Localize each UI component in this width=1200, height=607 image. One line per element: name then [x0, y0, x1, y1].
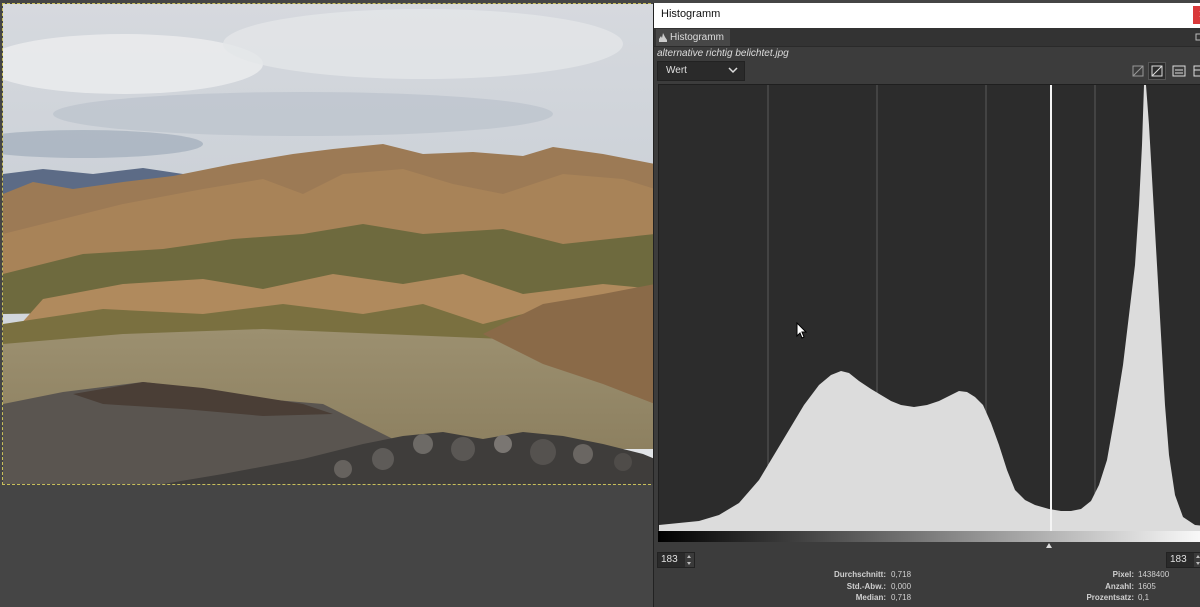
stat-pixels-label: Pixel:	[1112, 570, 1134, 579]
stat-stddev-value: 0,000	[891, 582, 912, 591]
range-end-spinbox[interactable]: 183	[1166, 552, 1200, 568]
stat-median-value: 0,718	[891, 593, 912, 602]
spinbox-arrows[interactable]	[685, 553, 694, 567]
tab-bar: Histogramm	[654, 28, 1200, 47]
histogram-dialog: Histogramm Histogramm alternative richti…	[653, 3, 1200, 607]
tab-histogram[interactable]: Histogramm	[656, 29, 730, 46]
stat-count-label: Anzahl:	[1105, 582, 1134, 591]
landscape-image[interactable]	[2, 3, 656, 485]
linear-scale-button[interactable]	[1129, 62, 1147, 80]
linear-scale-icon	[1132, 65, 1144, 77]
range-start-spinbox[interactable]: 183	[657, 552, 695, 568]
stat-mean-label: Durchschnitt:	[834, 570, 886, 579]
range-start-value: 183	[661, 554, 678, 565]
stat-count-value: 1605	[1138, 582, 1156, 591]
stat-pixels-value: 1438400	[1138, 570, 1170, 579]
tab-menu-icon	[1195, 33, 1200, 41]
logarithmic-scale-icon	[1151, 65, 1163, 77]
value-gradient-bar	[658, 531, 1200, 542]
settings-icon	[1172, 65, 1186, 77]
range-marker[interactable]	[1046, 543, 1052, 548]
stat-mean-value: 0,718	[891, 570, 912, 579]
stat-percent-label: Prozentsatz:	[1086, 593, 1134, 602]
tab-menu-button[interactable]	[1195, 31, 1200, 43]
spinbox-arrows[interactable]	[1194, 553, 1200, 567]
tab-label: Histogramm	[670, 32, 724, 43]
settings-button[interactable]	[1170, 62, 1188, 80]
close-button[interactable]	[1193, 6, 1200, 24]
panel-button[interactable]	[1191, 62, 1200, 80]
panel-icon	[1193, 65, 1200, 77]
dialog-title: Histogramm	[661, 8, 721, 20]
stat-median-label: Median:	[855, 593, 886, 602]
logarithmic-scale-button[interactable]	[1148, 62, 1166, 80]
histogram-area	[659, 85, 1200, 531]
channel-select[interactable]: Wert	[657, 61, 745, 81]
app-window: Histogramm Histogramm alternative richti…	[0, 0, 1200, 607]
histogram-icon	[659, 33, 667, 42]
close-icon	[1199, 11, 1200, 17]
channel-select-value: Wert	[666, 65, 687, 76]
stat-percent-value: 0,1	[1138, 593, 1150, 602]
histogram-plot[interactable]	[658, 84, 1200, 531]
mouse-cursor-icon	[796, 322, 808, 339]
stat-stddev-label: Std.-Abw.:	[846, 582, 886, 591]
range-end-value: 183	[1170, 554, 1187, 565]
canvas-area[interactable]	[0, 0, 656, 607]
image-filename: alternative richtig belichtet.jpg	[657, 48, 789, 59]
chevron-down-icon	[728, 67, 738, 74]
dialog-titlebar[interactable]: Histogramm	[654, 3, 1200, 28]
